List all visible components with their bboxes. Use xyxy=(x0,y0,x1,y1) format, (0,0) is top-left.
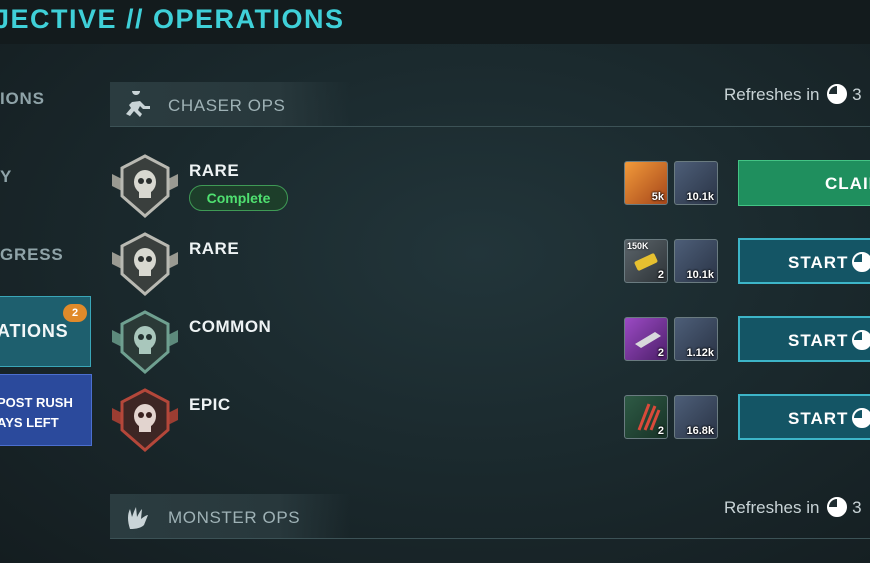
refresh-value: 3 xyxy=(852,498,862,517)
button-label: START xyxy=(788,253,849,272)
sidebar-item-operations[interactable]: 2 ATIONS xyxy=(0,296,91,367)
clock-icon xyxy=(852,252,870,272)
section-header-chaser-ops: CHASER OPS xyxy=(110,82,350,126)
clock-icon xyxy=(827,84,848,104)
reward-count: 5k xyxy=(651,191,664,203)
claw-scratch-icon[interactable]: 2 xyxy=(624,395,668,439)
event-title: POST RUSH xyxy=(0,395,73,410)
sidebar-item-label: ATIONS xyxy=(0,321,69,341)
section-title: CHASER OPS xyxy=(168,96,286,115)
gem-crate-icon[interactable]: 16.8k xyxy=(674,395,718,439)
epic-skull-badge-icon xyxy=(112,388,178,452)
top-bar: JECTIVE // OPERATIONS xyxy=(0,0,870,44)
op-rarity: EPIC xyxy=(189,395,231,414)
clock-icon xyxy=(827,497,848,517)
sidebar-item-event[interactable]: POST RUSH AYS LEFT xyxy=(0,374,92,446)
clock-icon xyxy=(852,408,870,428)
reward-count: 10.1k xyxy=(686,191,714,203)
battery-icon[interactable]: 150K 2 xyxy=(624,239,668,283)
op-rarity: COMMON xyxy=(189,317,272,336)
gem-crate-icon[interactable]: 10.1k xyxy=(674,239,718,283)
start-button[interactable]: START xyxy=(738,316,870,362)
sidebar-item-missions[interactable]: IONS xyxy=(0,89,45,109)
gem-crate-icon[interactable]: 10.1k xyxy=(674,161,718,205)
op-rarity: RARE xyxy=(189,161,240,180)
button-label: START xyxy=(788,331,849,350)
divider xyxy=(110,538,870,539)
clock-icon xyxy=(852,330,870,350)
refresh-label: Refreshes in xyxy=(724,498,820,517)
page-title: JECTIVE // OPERATIONS xyxy=(0,4,345,34)
refresh-value: 3 xyxy=(852,85,862,104)
reward-count: 10.1k xyxy=(686,269,714,281)
claim-button[interactable]: CLAIM xyxy=(738,160,870,206)
sidebar-item-daily[interactable]: Y xyxy=(0,167,12,187)
refresh-timer: Refreshes in 3 xyxy=(724,497,862,518)
battery-shape xyxy=(634,253,658,271)
reward-tag: 150K xyxy=(627,241,649,251)
reward-count: 16.8k xyxy=(686,425,714,437)
metal-bar-icon[interactable]: 2 xyxy=(624,317,668,361)
event-days-left: AYS LEFT xyxy=(0,415,59,430)
op-rarity: RARE xyxy=(189,239,240,258)
button-label: CLAIM xyxy=(825,174,870,193)
ticket-icon[interactable]: 5k xyxy=(624,161,668,205)
claw-scratch-shape xyxy=(637,403,661,431)
section-header-monster-ops: MONSTER OPS xyxy=(110,494,350,538)
refresh-label: Refreshes in xyxy=(724,85,820,104)
claw-icon xyxy=(128,507,148,529)
rare-skull-badge-icon xyxy=(112,154,178,218)
reward-count: 2 xyxy=(657,347,664,359)
notification-badge: 2 xyxy=(63,304,87,322)
divider xyxy=(110,126,870,127)
rare-skull-badge-icon xyxy=(112,232,178,296)
reward-count: 2 xyxy=(657,425,664,437)
reward-count: 2 xyxy=(657,269,664,281)
start-button[interactable]: START xyxy=(738,394,870,440)
gem-crate-icon[interactable]: 1.12k xyxy=(674,317,718,361)
common-skull-badge-icon xyxy=(112,310,178,374)
complete-status-badge: Complete xyxy=(189,185,288,211)
runner-icon xyxy=(126,91,150,117)
refresh-timer: Refreshes in 3 xyxy=(724,84,862,105)
button-label: START xyxy=(788,409,849,428)
section-title: MONSTER OPS xyxy=(168,508,301,527)
reward-count: 1.12k xyxy=(686,347,714,359)
start-button[interactable]: START xyxy=(738,238,870,284)
sidebar-item-progress[interactable]: GRESS xyxy=(0,245,64,265)
